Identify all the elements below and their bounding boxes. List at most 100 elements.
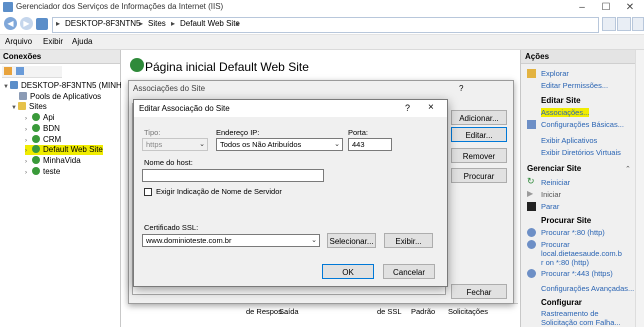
globe-icon: [32, 124, 40, 132]
stop-icon[interactable]: [617, 17, 631, 31]
maximize-button[interactable]: ☐: [594, 0, 618, 15]
actions-header: Ações: [521, 50, 636, 64]
tree-sites[interactable]: ▼ Sites: [11, 102, 47, 112]
server-node-icon: [10, 81, 18, 89]
ip-label: Endereço IP:: [216, 128, 260, 137]
chevron-down-icon: ⌄: [199, 141, 205, 148]
tree-server[interactable]: ▼ DESKTOP-8F3NTN5 (MINHAV: [3, 81, 132, 91]
add-binding-button[interactable]: Adicionar...: [451, 110, 507, 125]
globe-icon: [32, 156, 40, 164]
connect-icon[interactable]: [4, 67, 12, 75]
browse-icon: [527, 269, 536, 278]
configurar-header: Configurar: [541, 298, 582, 307]
minimize-button[interactable]: –: [570, 0, 594, 15]
procurar-site-header: Procurar Site: [541, 216, 592, 225]
site-globe-icon: [130, 58, 144, 72]
action-parar[interactable]: Parar: [541, 202, 559, 211]
tree-site-default[interactable]: › Default Web Site: [25, 145, 103, 155]
collapse-icon[interactable]: ⌃: [625, 165, 631, 173]
sites-folder-icon: [18, 102, 26, 110]
action-rastreamento[interactable]: Rastreamento de: [541, 309, 599, 318]
menu-arquivo[interactable]: Arquivo: [5, 37, 32, 46]
connections-header: Conexões: [0, 50, 120, 64]
forward-button[interactable]: ▶: [20, 17, 33, 30]
action-config-basicas[interactable]: Configurações Básicas...: [541, 120, 624, 129]
edit-binding-help-button[interactable]: ?: [405, 103, 410, 113]
close-window-button[interactable]: ✕: [618, 0, 642, 15]
ok-button[interactable]: OK: [322, 264, 374, 279]
view-certificate-button[interactable]: Exibir...: [384, 233, 433, 248]
action-editar-permissoes[interactable]: Editar Permissões...: [541, 81, 608, 90]
breadcrumb-site[interactable]: Default Web Site: [180, 19, 240, 28]
globe-icon: [32, 145, 40, 153]
action-rastreamento-line2[interactable]: Solicitação com Falha...: [541, 318, 621, 327]
actions-scrollbar[interactable]: [635, 50, 644, 327]
tipo-select[interactable]: https ⌄: [142, 138, 208, 151]
porta-input[interactable]: 443: [348, 138, 392, 151]
breadcrumb-sites[interactable]: Sites: [148, 19, 166, 28]
title-bar: Gerenciador dos Serviços de Informações …: [0, 0, 644, 15]
close-bindings-button[interactable]: Fechar: [451, 284, 507, 299]
breadcrumb-server[interactable]: DESKTOP-8F3NTN5: [65, 19, 140, 28]
browse-icon: [527, 240, 536, 249]
action-config-avancadas[interactable]: Configurações Avançadas...: [541, 284, 634, 293]
action-associacoes[interactable]: Associações...: [541, 108, 590, 117]
host-label: Nome do host:: [144, 158, 193, 167]
app-pools-icon: [19, 92, 27, 100]
tree-site-bdn[interactable]: › BDN: [25, 124, 60, 134]
action-procurar-80[interactable]: Procurar *:80 (http): [541, 228, 605, 237]
tree-site-minhavida[interactable]: › MinhaVida: [25, 156, 81, 166]
ssl-certificate-select[interactable]: www.dominioteste.com.br ⌄: [142, 234, 320, 247]
site-bindings-help-button[interactable]: ?: [459, 84, 463, 93]
iis-manager-window: Gerenciador dos Serviços de Informações …: [0, 0, 644, 327]
window-title: Gerenciador dos Serviços de Informações …: [16, 2, 224, 11]
tree-site-teste[interactable]: › teste: [25, 167, 60, 177]
tree-app-pools[interactable]: Pools de Aplicativos: [19, 92, 101, 102]
chevron-down-icon: ⌄: [334, 141, 340, 148]
iis-app-icon: [3, 2, 13, 12]
save-icon[interactable]: [16, 67, 24, 75]
edit-binding-button[interactable]: Editar...: [451, 127, 507, 142]
action-explorar[interactable]: Explorar: [541, 69, 569, 78]
globe-icon: [32, 113, 40, 121]
address-bar: ◀ ▶ ▸ DESKTOP-8F3NTN5 ▸ Sites ▸ Default …: [0, 15, 644, 35]
browse-binding-button[interactable]: Procurar: [451, 168, 507, 183]
select-certificate-button[interactable]: Selecionar...: [327, 233, 376, 248]
tree-site-api[interactable]: › Api: [25, 113, 55, 123]
action-procurar-local[interactable]: Procurar: [541, 240, 570, 249]
edit-binding-dialog: Editar Associação do Site ? × Tipo: http…: [133, 99, 448, 287]
action-procurar-local-line3[interactable]: r on *:80 (http): [541, 258, 589, 267]
menu-exibir[interactable]: Exibir: [43, 37, 63, 46]
remove-binding-button[interactable]: Remover: [451, 148, 507, 163]
action-exibir-aplicativos[interactable]: Exibir Aplicativos: [541, 136, 597, 145]
menu-ajuda[interactable]: Ajuda: [72, 37, 92, 46]
back-button[interactable]: ◀: [4, 17, 17, 30]
host-name-input[interactable]: [142, 169, 324, 182]
action-exibir-diretorios[interactable]: Exibir Diretórios Virtuais: [541, 148, 621, 157]
action-procurar-443[interactable]: Procurar *:443 (https): [541, 269, 613, 278]
ip-address-select[interactable]: Todos os Não Atribuídos ⌄: [216, 138, 343, 151]
sni-label: Exigir Indicação de Nome de Servidor: [156, 187, 282, 196]
edit-binding-titlebar: Editar Associação do Site ? ×: [134, 100, 447, 117]
tree-site-crm[interactable]: › CRM: [25, 135, 61, 145]
features-area: de Respos... Saída de SSL Padrão Solicit…: [130, 303, 518, 327]
action-reiniciar[interactable]: Reiniciar: [541, 178, 570, 187]
page-title: Página inicial Default Web Site: [145, 60, 309, 74]
action-procurar-local-line2[interactable]: local.dietaesaude.com.b: [541, 249, 622, 258]
gerenciar-site-header: Gerenciar Site: [527, 164, 582, 173]
sni-checkbox[interactable]: [144, 188, 152, 196]
cert-label: Certificado SSL:: [144, 223, 199, 232]
help-icon[interactable]: [632, 17, 644, 31]
start-icon: ▶: [527, 189, 534, 198]
refresh-icon[interactable]: [602, 17, 616, 31]
chevron-down-icon: ⌄: [311, 237, 317, 244]
feature-label: Padrão: [411, 307, 436, 316]
server-icon: [36, 18, 48, 30]
action-iniciar[interactable]: Iniciar: [541, 190, 561, 199]
connections-toolbar: [2, 66, 62, 78]
editar-site-header: Editar Site: [541, 96, 581, 105]
edit-binding-close-button[interactable]: ×: [428, 102, 434, 113]
porta-label: Porta:: [348, 128, 369, 137]
cancel-button[interactable]: Cancelar: [383, 264, 435, 279]
breadcrumb[interactable]: ▸ DESKTOP-8F3NTN5 ▸ Sites ▸ Default Web …: [52, 17, 599, 33]
